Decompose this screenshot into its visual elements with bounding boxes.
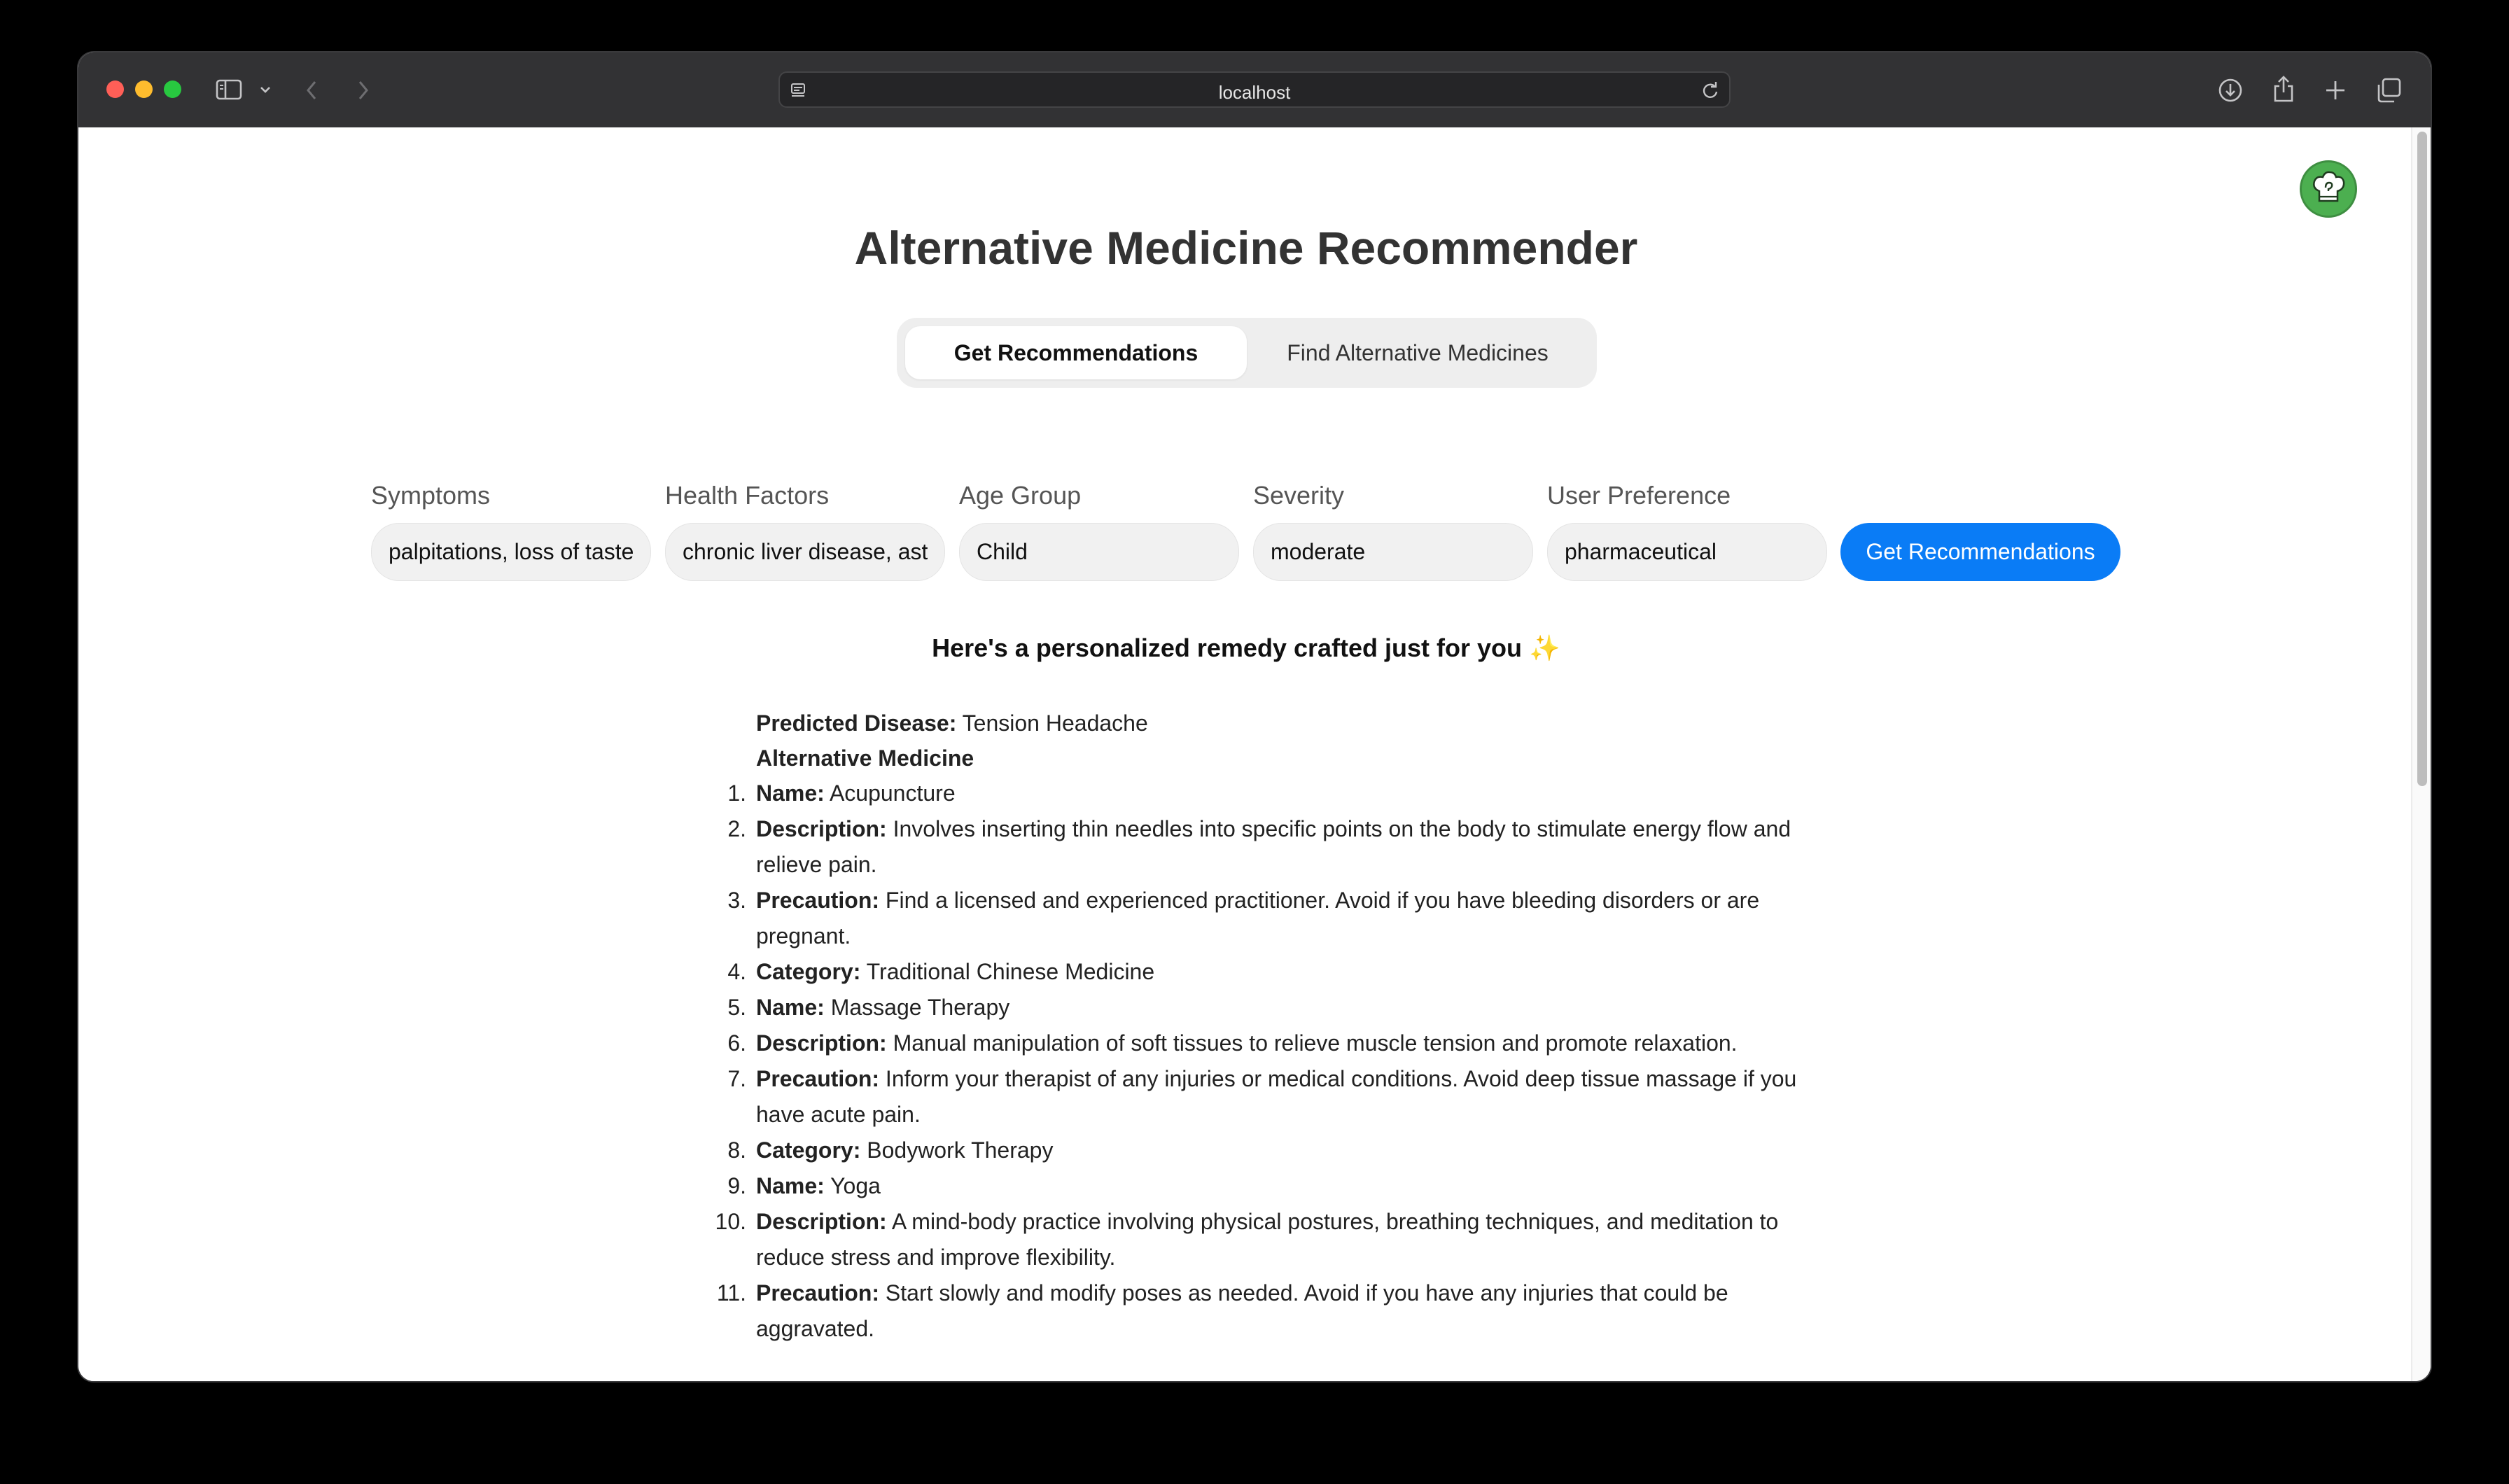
user-preference-input[interactable] xyxy=(1547,523,1827,581)
result-heading: Here's a personalized remedy crafted jus… xyxy=(932,634,1560,662)
item-text: A mind-body practice involving physical … xyxy=(756,1209,1779,1270)
list-number: 10. xyxy=(715,1209,746,1234)
list-item: 8. Category: Bodywork Therapy xyxy=(727,1133,1820,1168)
scrollbar-track[interactable] xyxy=(2411,127,2431,1381)
item-key: Category: xyxy=(756,959,861,984)
predicted-disease-label: Predicted Disease: xyxy=(756,710,957,736)
reload-icon[interactable] xyxy=(1701,81,1719,99)
health-factors-label: Health Factors xyxy=(665,481,830,510)
item-key: Precaution: xyxy=(756,1066,880,1091)
item-key: Category: xyxy=(756,1138,861,1163)
list-number: 5. xyxy=(727,995,746,1020)
list-item: 4. Category: Traditional Chinese Medicine xyxy=(727,954,1820,990)
item-text: Traditional Chinese Medicine xyxy=(866,959,1155,984)
address-bar[interactable]: localhost xyxy=(778,71,1731,108)
chef-avatar[interactable] xyxy=(2300,160,2357,218)
severity-input[interactable] xyxy=(1253,523,1533,581)
recommendation-result: Predicted Disease: Tension Headache Alte… xyxy=(715,706,1820,1347)
user-preference-label: User Preference xyxy=(1547,481,1731,510)
list-number: 9. xyxy=(727,1173,746,1198)
list-item: 3. Precaution: Find a licensed and experi… xyxy=(727,883,1820,954)
list-number: 8. xyxy=(727,1138,746,1163)
health-factors-input[interactable] xyxy=(665,523,945,581)
list-number: 3. xyxy=(727,888,746,913)
get-recommendations-button[interactable]: Get Recommendations xyxy=(1840,523,2120,581)
chef-hat-icon xyxy=(2313,171,2345,202)
list-item: 6. Description: Manual manipulation of so… xyxy=(727,1026,1820,1061)
list-number: 4. xyxy=(727,959,746,984)
chevron-down-icon[interactable] xyxy=(259,85,272,94)
severity-label: Severity xyxy=(1253,481,1345,510)
item-text: Involves inserting thin needles into spe… xyxy=(756,816,1791,877)
symptoms-label: Symptoms xyxy=(371,481,491,510)
list-number: 6. xyxy=(727,1030,746,1056)
age-group-input[interactable] xyxy=(959,523,1239,581)
item-key: Description: xyxy=(756,816,887,841)
item-key: Description: xyxy=(756,1030,887,1056)
item-text: Yoga xyxy=(830,1173,881,1198)
tab-find-alternative-medicines[interactable]: Find Alternative Medicines xyxy=(1247,326,1588,379)
list-number: 2. xyxy=(727,816,746,841)
scrollbar-thumb[interactable] xyxy=(2417,132,2427,786)
item-text: Bodywork Therapy xyxy=(867,1138,1054,1163)
forward-icon[interactable] xyxy=(356,79,371,102)
item-text: Find a licensed and experienced practiti… xyxy=(756,888,1760,948)
new-tab-icon[interactable] xyxy=(2324,79,2347,102)
age-group-label: Age Group xyxy=(959,481,1082,510)
item-key: Name: xyxy=(756,1173,825,1198)
item-text: Inform your therapist of any injuries or… xyxy=(756,1066,1797,1127)
browser-window: localhost Alternative Medicine Recommend… xyxy=(78,52,2431,1381)
browser-toolbar: localhost xyxy=(78,52,2431,129)
sidebar-icon[interactable] xyxy=(216,78,244,101)
item-text: Massage Therapy xyxy=(830,995,1010,1020)
predicted-disease-line: Predicted Disease: Tension Headache xyxy=(756,706,1820,741)
url-text: localhost xyxy=(1218,82,1291,103)
minimize-window-button[interactable] xyxy=(135,80,153,98)
item-key: Precaution: xyxy=(756,888,880,913)
back-icon[interactable] xyxy=(304,79,319,102)
item-key: Precaution: xyxy=(756,1280,880,1306)
zoom-window-button[interactable] xyxy=(164,80,181,98)
list-number: 11. xyxy=(716,1280,746,1306)
recommendation-list: 1. Name: Acupuncture 2. Description: Invol… xyxy=(715,776,1820,1347)
tabs-overview-icon[interactable] xyxy=(2376,77,2403,104)
list-item: 1. Name: Acupuncture xyxy=(727,776,1820,811)
item-text: Acupuncture xyxy=(829,780,956,806)
list-number: 1. xyxy=(727,780,746,806)
list-item: 11. Precaution: Start slowly and modify p… xyxy=(717,1275,1820,1347)
page-content: Alternative Medicine Recommender Get Rec… xyxy=(78,127,2431,1381)
item-text: Start slowly and modify poses as needed.… xyxy=(756,1280,1728,1341)
list-item: 2. Description: Involves inserting thin n… xyxy=(727,811,1820,883)
predicted-disease-value: Tension Headache xyxy=(962,710,1148,736)
item-key: Name: xyxy=(756,995,825,1020)
section-title: Alternative Medicine xyxy=(756,741,1820,776)
list-number: 7. xyxy=(727,1066,746,1091)
item-text: Manual manipulation of soft tissues to r… xyxy=(893,1030,1738,1056)
symptoms-input[interactable] xyxy=(371,523,651,581)
item-key: Name: xyxy=(756,780,825,806)
list-item: 7. Precaution: Inform your therapist of a… xyxy=(727,1061,1820,1133)
page-title: Alternative Medicine Recommender xyxy=(854,222,1638,274)
close-window-button[interactable] xyxy=(106,80,124,98)
item-key: Description: xyxy=(756,1209,887,1234)
share-icon[interactable] xyxy=(2272,75,2295,103)
tab-get-recommendations[interactable]: Get Recommendations xyxy=(905,326,1247,379)
list-item: 5. Name: Massage Therapy xyxy=(727,990,1820,1026)
list-item: 10. Description: A mind-body practice inv… xyxy=(715,1204,1820,1275)
mode-tabs: Get Recommendations Find Alternative Med… xyxy=(897,318,1597,388)
section-title-text: Alternative Medicine xyxy=(756,746,974,771)
list-item: 9. Name: Yoga xyxy=(727,1168,1820,1204)
download-icon[interactable] xyxy=(2218,78,2243,103)
